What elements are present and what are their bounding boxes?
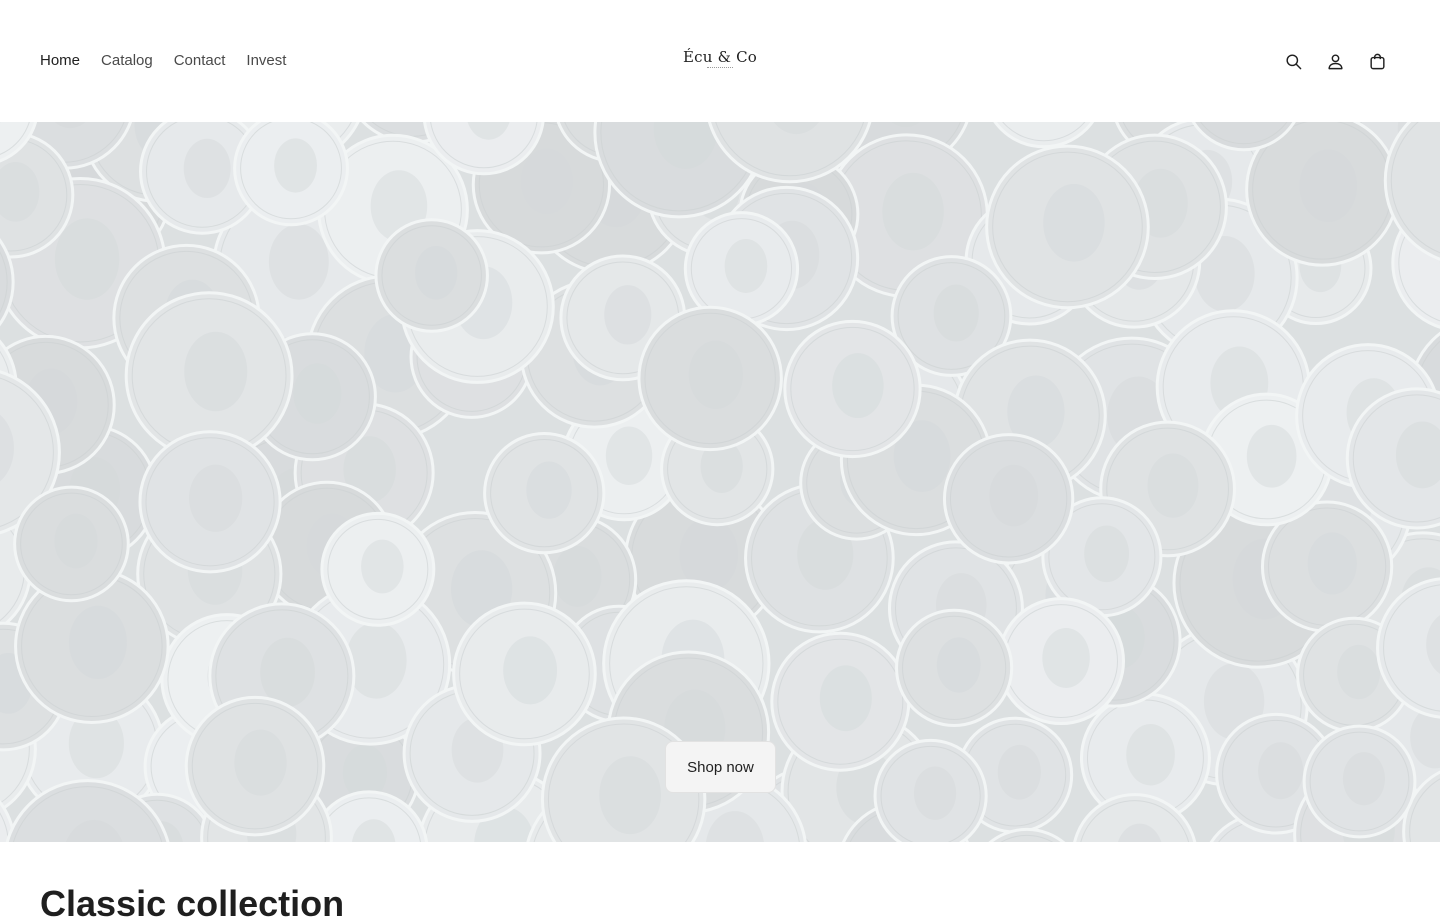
site-header: Home Catalog Contact Invest Écu & Co <box>0 0 1440 122</box>
logo-underline <box>707 67 733 68</box>
header-icons <box>1262 50 1388 72</box>
cart-icon[interactable] <box>1366 50 1388 72</box>
nav-catalog[interactable]: Catalog <box>101 50 153 72</box>
main-nav: Home Catalog Contact Invest <box>40 50 307 72</box>
hero-overlay <box>0 122 1440 842</box>
hero-banner: Shop now <box>0 122 1440 842</box>
brand-logo[interactable]: Écu & Co <box>683 48 757 68</box>
shop-now-button[interactable]: Shop now <box>665 741 776 793</box>
section-title: Classic collection <box>40 884 344 924</box>
nav-home[interactable]: Home <box>40 50 80 72</box>
logo-text: Écu & Co <box>683 48 757 66</box>
account-icon[interactable] <box>1324 50 1346 72</box>
nav-contact[interactable]: Contact <box>174 50 226 72</box>
nav-invest[interactable]: Invest <box>246 50 286 72</box>
search-icon[interactable] <box>1282 50 1304 72</box>
